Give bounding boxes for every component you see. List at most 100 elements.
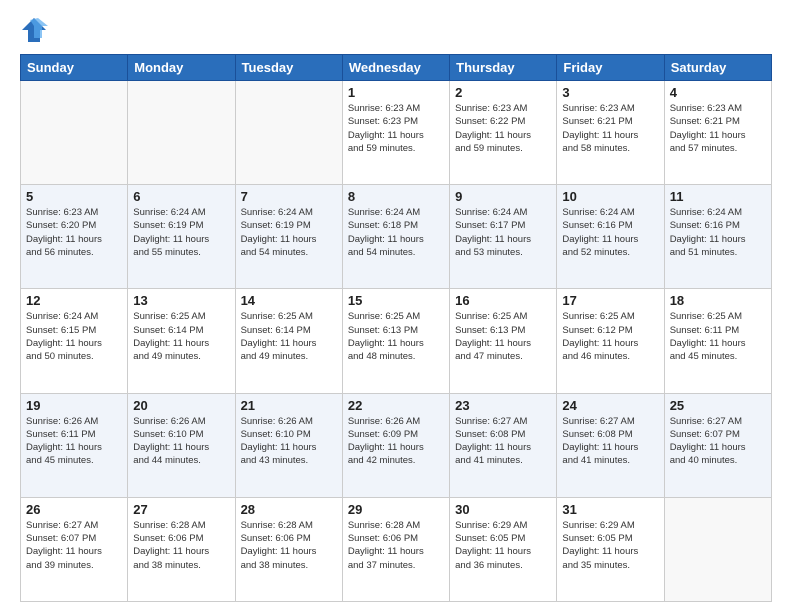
day-info: Sunrise: 6:25 AM Sunset: 6:13 PM Dayligh… <box>455 310 551 363</box>
calendar-cell <box>235 81 342 185</box>
weekday-header-tuesday: Tuesday <box>235 55 342 81</box>
calendar-cell: 15 Sunrise: 6:25 AM Sunset: 6:13 PM Dayli… <box>342 289 449 393</box>
calendar-cell: 12Sunrise: 6:24 AM Sunset: 6:15 PM Dayli… <box>21 289 128 393</box>
day-info: Sunrise: 6:27 AM Sunset: 6:07 PM Dayligh… <box>26 519 122 572</box>
calendar-cell: 18Sunrise: 6:25 AM Sunset: 6:11 PM Dayli… <box>664 289 771 393</box>
day-number: 2 <box>455 85 551 100</box>
calendar-cell: 4 Sunrise: 6:23 AM Sunset: 6:21 PM Daylig… <box>664 81 771 185</box>
calendar-cell: 22 Sunrise: 6:26 AM Sunset: 6:09 PM Dayli… <box>342 393 449 497</box>
day-info: Sunrise: 6:28 AM Sunset: 6:06 PM Dayligh… <box>241 519 337 572</box>
day-info: Sunrise: 6:23 AM Sunset: 6:20 PM Dayligh… <box>26 206 122 259</box>
weekday-header-thursday: Thursday <box>450 55 557 81</box>
weekday-header-wednesday: Wednesday <box>342 55 449 81</box>
calendar-table: SundayMondayTuesdayWednesdayThursdayFrid… <box>20 54 772 602</box>
day-info: Sunrise: 6:28 AM Sunset: 6:06 PM Dayligh… <box>133 519 229 572</box>
day-number: 9 <box>455 189 551 204</box>
day-number: 30 <box>455 502 551 517</box>
calendar-cell: 27 Sunrise: 6:28 AM Sunset: 6:06 PM Dayli… <box>128 497 235 601</box>
day-info: Sunrise: 6:25 AM Sunset: 6:11 PM Dayligh… <box>670 310 766 363</box>
logo <box>20 16 52 44</box>
day-info: Sunrise: 6:24 AM Sunset: 6:16 PM Dayligh… <box>562 206 658 259</box>
calendar-cell: 10 Sunrise: 6:24 AM Sunset: 6:16 PM Dayli… <box>557 185 664 289</box>
day-info: Sunrise: 6:26 AM Sunset: 6:11 PM Dayligh… <box>26 415 122 468</box>
calendar-cell: 26Sunrise: 6:27 AM Sunset: 6:07 PM Dayli… <box>21 497 128 601</box>
day-number: 22 <box>348 398 444 413</box>
calendar-week-row: 19 Sunrise: 6:26 AM Sunset: 6:11 PM Dayli… <box>21 393 772 497</box>
day-number: 11 <box>670 189 766 204</box>
weekday-header-friday: Friday <box>557 55 664 81</box>
day-number: 19 <box>26 398 122 413</box>
day-info: Sunrise: 6:29 AM Sunset: 6:05 PM Dayligh… <box>562 519 658 572</box>
day-info: Sunrise: 6:23 AM Sunset: 6:22 PM Dayligh… <box>455 102 551 155</box>
calendar-week-row: 1 Sunrise: 6:23 AM Sunset: 6:23 PM Daylig… <box>21 81 772 185</box>
day-number: 13 <box>133 293 229 308</box>
calendar-cell <box>128 81 235 185</box>
day-info: Sunrise: 6:26 AM Sunset: 6:10 PM Dayligh… <box>133 415 229 468</box>
day-number: 6 <box>133 189 229 204</box>
weekday-header-saturday: Saturday <box>664 55 771 81</box>
day-info: Sunrise: 6:24 AM Sunset: 6:18 PM Dayligh… <box>348 206 444 259</box>
day-info: Sunrise: 6:23 AM Sunset: 6:21 PM Dayligh… <box>670 102 766 155</box>
day-info: Sunrise: 6:24 AM Sunset: 6:19 PM Dayligh… <box>133 206 229 259</box>
day-info: Sunrise: 6:28 AM Sunset: 6:06 PM Dayligh… <box>348 519 444 572</box>
day-info: Sunrise: 6:25 AM Sunset: 6:13 PM Dayligh… <box>348 310 444 363</box>
header <box>20 16 772 44</box>
day-info: Sunrise: 6:27 AM Sunset: 6:08 PM Dayligh… <box>455 415 551 468</box>
calendar-week-row: 12Sunrise: 6:24 AM Sunset: 6:15 PM Dayli… <box>21 289 772 393</box>
calendar-cell: 19 Sunrise: 6:26 AM Sunset: 6:11 PM Dayli… <box>21 393 128 497</box>
calendar-cell: 24 Sunrise: 6:27 AM Sunset: 6:08 PM Dayli… <box>557 393 664 497</box>
calendar-cell: 20Sunrise: 6:26 AM Sunset: 6:10 PM Dayli… <box>128 393 235 497</box>
calendar-cell: 3 Sunrise: 6:23 AM Sunset: 6:21 PM Daylig… <box>557 81 664 185</box>
day-number: 10 <box>562 189 658 204</box>
calendar-cell: 9 Sunrise: 6:24 AM Sunset: 6:17 PM Daylig… <box>450 185 557 289</box>
day-number: 29 <box>348 502 444 517</box>
calendar-cell <box>21 81 128 185</box>
calendar-cell: 1 Sunrise: 6:23 AM Sunset: 6:23 PM Daylig… <box>342 81 449 185</box>
day-number: 25 <box>670 398 766 413</box>
day-number: 21 <box>241 398 337 413</box>
calendar-cell: 6 Sunrise: 6:24 AM Sunset: 6:19 PM Daylig… <box>128 185 235 289</box>
day-number: 27 <box>133 502 229 517</box>
logo-icon <box>20 16 48 44</box>
day-number: 7 <box>241 189 337 204</box>
day-number: 5 <box>26 189 122 204</box>
calendar-cell: 13 Sunrise: 6:25 AM Sunset: 6:14 PM Dayli… <box>128 289 235 393</box>
day-number: 16 <box>455 293 551 308</box>
calendar-cell: 29 Sunrise: 6:28 AM Sunset: 6:06 PM Dayli… <box>342 497 449 601</box>
calendar-cell: 2 Sunrise: 6:23 AM Sunset: 6:22 PM Daylig… <box>450 81 557 185</box>
day-info: Sunrise: 6:24 AM Sunset: 6:17 PM Dayligh… <box>455 206 551 259</box>
weekday-header-row: SundayMondayTuesdayWednesdayThursdayFrid… <box>21 55 772 81</box>
calendar-cell: 14Sunrise: 6:25 AM Sunset: 6:14 PM Dayli… <box>235 289 342 393</box>
calendar-cell: 7 Sunrise: 6:24 AM Sunset: 6:19 PM Daylig… <box>235 185 342 289</box>
calendar-cell: 30 Sunrise: 6:29 AM Sunset: 6:05 PM Dayli… <box>450 497 557 601</box>
calendar-cell: 31 Sunrise: 6:29 AM Sunset: 6:05 PM Dayli… <box>557 497 664 601</box>
day-info: Sunrise: 6:26 AM Sunset: 6:09 PM Dayligh… <box>348 415 444 468</box>
day-info: Sunrise: 6:23 AM Sunset: 6:23 PM Dayligh… <box>348 102 444 155</box>
day-number: 24 <box>562 398 658 413</box>
day-info: Sunrise: 6:27 AM Sunset: 6:08 PM Dayligh… <box>562 415 658 468</box>
calendar-cell: 23Sunrise: 6:27 AM Sunset: 6:08 PM Dayli… <box>450 393 557 497</box>
day-info: Sunrise: 6:29 AM Sunset: 6:05 PM Dayligh… <box>455 519 551 572</box>
day-info: Sunrise: 6:24 AM Sunset: 6:19 PM Dayligh… <box>241 206 337 259</box>
day-number: 14 <box>241 293 337 308</box>
day-number: 4 <box>670 85 766 100</box>
calendar-week-row: 5 Sunrise: 6:23 AM Sunset: 6:20 PM Daylig… <box>21 185 772 289</box>
day-info: Sunrise: 6:25 AM Sunset: 6:14 PM Dayligh… <box>133 310 229 363</box>
day-number: 17 <box>562 293 658 308</box>
day-number: 12 <box>26 293 122 308</box>
day-info: Sunrise: 6:25 AM Sunset: 6:12 PM Dayligh… <box>562 310 658 363</box>
day-number: 8 <box>348 189 444 204</box>
day-number: 28 <box>241 502 337 517</box>
day-number: 31 <box>562 502 658 517</box>
day-info: Sunrise: 6:26 AM Sunset: 6:10 PM Dayligh… <box>241 415 337 468</box>
weekday-header-sunday: Sunday <box>21 55 128 81</box>
day-info: Sunrise: 6:23 AM Sunset: 6:21 PM Dayligh… <box>562 102 658 155</box>
day-number: 15 <box>348 293 444 308</box>
calendar-cell: 8 Sunrise: 6:24 AM Sunset: 6:18 PM Daylig… <box>342 185 449 289</box>
day-number: 1 <box>348 85 444 100</box>
calendar-week-row: 26Sunrise: 6:27 AM Sunset: 6:07 PM Dayli… <box>21 497 772 601</box>
calendar-cell: 25Sunrise: 6:27 AM Sunset: 6:07 PM Dayli… <box>664 393 771 497</box>
calendar-cell: 28 Sunrise: 6:28 AM Sunset: 6:06 PM Dayli… <box>235 497 342 601</box>
day-number: 3 <box>562 85 658 100</box>
day-info: Sunrise: 6:24 AM Sunset: 6:16 PM Dayligh… <box>670 206 766 259</box>
